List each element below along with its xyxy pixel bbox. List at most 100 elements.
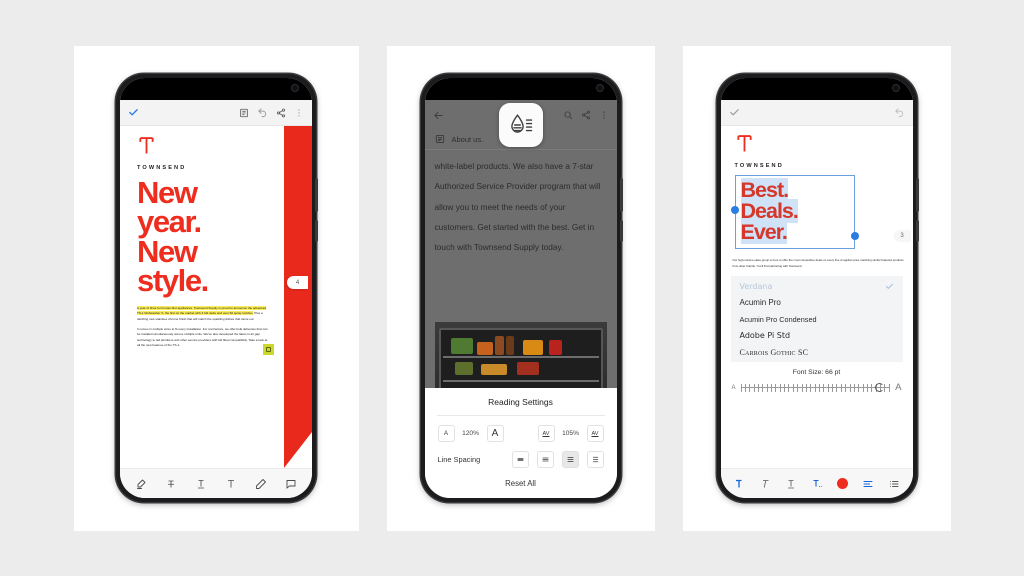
decrease-letter-spacing-button[interactable]: AV <box>537 425 555 442</box>
line-spacing-option-tight[interactable] <box>511 451 529 468</box>
reset-all-button[interactable]: Reset All <box>425 479 617 488</box>
townsend-t-logo-icon <box>139 137 154 154</box>
undo-icon[interactable] <box>257 107 268 118</box>
increase-letter-spacing-button[interactable]: AV <box>586 425 604 442</box>
increase-font-size-button[interactable]: A <box>486 425 504 442</box>
annotation-marker-icon[interactable] <box>263 344 274 355</box>
fridge-produce <box>450 338 473 354</box>
increase-font-label: A <box>491 428 499 439</box>
font-name: Verdana <box>739 281 773 291</box>
headline-line: New <box>137 233 198 269</box>
page-number-badge: 3 <box>893 230 911 242</box>
selection-handle-end[interactable] <box>850 232 859 241</box>
phone-card-1: TOWNSEND New year. New style. A year of … <box>73 45 359 531</box>
slider-ticks <box>740 383 891 392</box>
phone-device-2: About us. white-label products. We also … <box>420 74 623 502</box>
front-camera-icon <box>595 84 604 92</box>
fridge-produce <box>480 364 507 375</box>
text-selection-box[interactable]: Best. Deals. Ever. <box>730 175 859 250</box>
fridge-produce <box>494 336 504 355</box>
strikethrough-text-icon[interactable] <box>165 478 177 490</box>
volume-button[interactable] <box>915 178 919 212</box>
brand-logo: TOWNSEND <box>721 126 913 169</box>
decrease-font-size-button[interactable]: A <box>437 425 455 442</box>
highlighted-paragraph: A year of firsts for human-first applian… <box>137 305 270 322</box>
more-vertical-icon[interactable] <box>294 108 304 118</box>
font-size-label: Font Size: 66 pt <box>792 369 841 377</box>
line-spacing-option-loose[interactable] <box>586 451 604 468</box>
font-option-verdana[interactable]: Verdana <box>731 278 903 295</box>
status-bar-3 <box>720 78 913 100</box>
pen-icon[interactable] <box>255 478 267 490</box>
phone-device-3: TOWNSEND Best. Deals. Ever. 3 Our high-v… <box>716 74 919 502</box>
font-name: Acumin Pro <box>739 298 781 308</box>
phone-screen-3: TOWNSEND Best. Deals. Ever. 3 Our high-v… <box>720 78 913 498</box>
font-size-value: 120% <box>462 430 479 437</box>
phone-card-2: About us. white-label products. We also … <box>386 45 655 531</box>
fridge-produce <box>505 336 514 355</box>
line-spacing-row: Line Spacing <box>425 442 617 468</box>
font-option-acumin-pro[interactable]: Acumin Pro <box>731 294 903 311</box>
share-icon[interactable] <box>581 110 591 120</box>
selection-handle-start[interactable] <box>730 205 739 214</box>
letter-spacing-value: 105% <box>562 430 579 437</box>
power-button[interactable] <box>315 220 318 242</box>
font-option-carrois-gothic-sc[interactable]: Carrois Gothic SC <box>731 344 903 361</box>
fridge-produce <box>516 362 539 375</box>
power-button[interactable] <box>619 220 623 242</box>
align-left-icon[interactable] <box>862 478 874 490</box>
font-size-slider-track[interactable] <box>740 382 891 393</box>
document-canvas-3[interactable]: TOWNSEND Best. Deals. Ever. 3 Our high-v… <box>720 126 913 468</box>
townsend-t-logo-icon <box>736 135 752 152</box>
status-bar-1 <box>120 78 312 100</box>
back-arrow-icon[interactable] <box>433 110 444 121</box>
increase-spacing-label: AV <box>591 430 599 437</box>
comment-icon[interactable] <box>285 478 297 490</box>
slider-max-label: A <box>895 382 902 394</box>
more-vertical-icon[interactable] <box>599 110 609 120</box>
app-launcher-icon[interactable] <box>498 103 543 147</box>
line-spacing-option-relaxed[interactable] <box>561 451 579 468</box>
decrease-font-label: A <box>443 430 448 437</box>
reader-body-text: white-label products. We also have a 7-s… <box>434 161 601 253</box>
undo-icon[interactable] <box>894 107 905 118</box>
text-format-toolbar <box>720 468 913 498</box>
letter-spacing-stepper: AV 105% AV <box>537 425 604 442</box>
font-option-acumin-pro-condensed[interactable]: Acumin Pro Condensed <box>731 311 903 328</box>
italic-text-icon[interactable] <box>759 478 771 490</box>
underline-text-icon[interactable] <box>195 478 207 490</box>
share-icon[interactable] <box>276 108 286 118</box>
underline-text-icon[interactable] <box>785 478 797 490</box>
document-headline: New year. New style. <box>137 177 287 299</box>
volume-button[interactable] <box>315 178 318 212</box>
highlighter-icon[interactable] <box>135 478 147 490</box>
note-icon[interactable] <box>239 108 249 118</box>
checkmark-icon <box>885 282 894 291</box>
screenshot-stage: TOWNSEND New year. New style. A year of … <box>0 0 1024 576</box>
paragraph-2: It comes in multiple sizes to fit every … <box>137 327 268 348</box>
font-size-slider-row[interactable]: A A <box>721 376 913 393</box>
power-button[interactable] <box>915 220 919 242</box>
fridge-produce <box>548 340 562 355</box>
volume-button[interactable] <box>619 178 623 212</box>
search-icon[interactable] <box>563 110 573 120</box>
line-spacing-label: Line Spacing <box>437 455 481 464</box>
front-camera-icon <box>891 84 900 92</box>
font-editor-appbar <box>720 100 913 126</box>
document-canvas-1[interactable]: TOWNSEND New year. New style. A year of … <box>120 126 312 468</box>
checkmark-icon[interactable] <box>729 107 740 118</box>
text-icon[interactable] <box>225 478 237 490</box>
headline-line: year. <box>137 204 202 240</box>
fridge-produce <box>476 342 493 355</box>
text-style-icon[interactable] <box>811 478 823 490</box>
text-size-row: A 120% A AV 105% AV <box>425 416 617 442</box>
line-spacing-option-normal[interactable] <box>536 451 554 468</box>
checkmark-icon[interactable] <box>128 107 139 118</box>
bullet-list-icon[interactable] <box>888 478 900 490</box>
color-swatch-icon[interactable] <box>837 478 849 489</box>
headline-line: style. <box>137 263 209 299</box>
font-picker-list[interactable]: Verdana Acumin Pro Acumin Pro Condensed <box>730 275 903 363</box>
editor-appbar <box>120 100 312 126</box>
bold-text-icon[interactable] <box>733 478 745 490</box>
font-option-adobe-pi-std[interactable]: Adobe Pi Std <box>731 327 903 344</box>
